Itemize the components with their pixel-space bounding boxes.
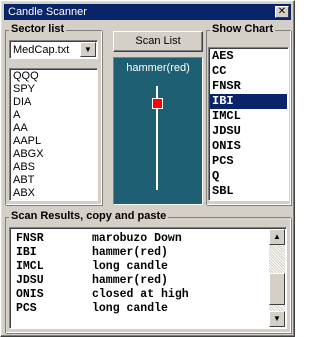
sector-symbol-item[interactable]: ABX	[11, 187, 44, 200]
result-row: ONIS closed at high	[16, 288, 189, 302]
scan-list-button[interactable]: Scan List	[113, 31, 203, 52]
show-chart-group: Show Chart AES CC FNSR IBI IMCL JDSU ONIS PCS Q S…	[206, 23, 291, 205]
sector-symbol-item[interactable]: ABGX	[11, 148, 44, 161]
scroll-up-icon[interactable]: ▲	[269, 229, 285, 245]
show-chart-item[interactable]: CC	[210, 64, 287, 79]
result-pattern: long candle	[92, 302, 168, 315]
scan-results-textbox[interactable]: FNSR marobuzo Down IBI hammer(red) IMCL long …	[9, 227, 287, 329]
result-row: FNSR marobuzo Down	[16, 232, 189, 246]
result-pattern: closed at high	[92, 288, 189, 301]
scan-results-label: Scan Results, copy and paste	[9, 210, 169, 223]
sector-symbol-list[interactable]: QQQ SPY DIA A AA AAPL ABGX ABS ABT ABX	[9, 68, 98, 201]
sector-symbol-item[interactable]: SPY	[11, 83, 44, 96]
sector-symbol-item[interactable]: QQQ	[11, 70, 44, 83]
result-symbol: IMCL	[16, 260, 44, 273]
show-chart-list[interactable]: AES CC FNSR IBI IMCL JDSU ONIS PCS Q SBL	[208, 47, 289, 201]
result-pattern: hammer(red)	[92, 246, 168, 259]
sector-symbol-item[interactable]: DIA	[11, 96, 44, 109]
show-chart-item[interactable]: AES	[210, 49, 287, 64]
result-symbol: FNSR	[16, 232, 44, 245]
result-pattern: marobuzo Down	[92, 232, 182, 245]
result-symbol: ONIS	[16, 288, 44, 301]
show-chart-item[interactable]: IBI	[210, 94, 287, 109]
scan-results-rows: FNSR marobuzo Down IBI hammer(red) IMCL long …	[16, 232, 189, 316]
sector-symbol-item[interactable]: ABS	[11, 161, 44, 174]
result-symbol: PCS	[16, 302, 37, 315]
sector-symbol-item[interactable]: A	[11, 109, 44, 122]
window-title: Candle Scanner	[8, 6, 87, 18]
scroll-thumb[interactable]	[269, 273, 285, 305]
chart-pattern-label: hammer(red)	[126, 62, 190, 74]
close-icon[interactable]: ✕	[275, 6, 289, 18]
scan-results-group: Scan Results, copy and paste FNSR marobuz…	[5, 210, 291, 333]
result-pattern: long candle	[92, 260, 168, 273]
scroll-down-icon[interactable]: ▼	[269, 311, 285, 327]
show-chart-item[interactable]: Q	[210, 169, 287, 184]
sector-list-group: Sector list MedCap.txt ▼ QQQ SPY DIA A AA AAP…	[5, 23, 102, 205]
show-chart-item[interactable]: PCS	[210, 154, 287, 169]
result-symbol: IBI	[16, 246, 37, 259]
result-symbol: JDSU	[16, 274, 44, 287]
show-chart-items: AES CC FNSR IBI IMCL JDSU ONIS PCS Q SBL	[210, 49, 287, 199]
title-bar[interactable]: Candle Scanner ✕	[4, 4, 291, 20]
show-chart-item[interactable]: ONIS	[210, 139, 287, 154]
result-row: JDSU hammer(red)	[16, 274, 189, 288]
sector-file-dropdown[interactable]: MedCap.txt ▼	[9, 40, 98, 59]
candle-body	[152, 98, 163, 109]
candle-chart-panel: hammer(red)	[113, 57, 203, 205]
sector-symbol-item[interactable]: AAPL	[11, 135, 44, 148]
show-chart-item[interactable]: JDSU	[210, 124, 287, 139]
show-chart-item[interactable]: IMCL	[210, 109, 287, 124]
sector-file-value: MedCap.txt	[13, 44, 70, 56]
sector-symbol-items: QQQ SPY DIA A AA AAPL ABGX ABS ABT ABX	[11, 70, 44, 200]
show-chart-item[interactable]: FNSR	[210, 79, 287, 94]
show-chart-item[interactable]: SBL	[210, 184, 287, 199]
result-row: IMCL long candle	[16, 260, 189, 274]
result-row: IBI hammer(red)	[16, 246, 189, 260]
chevron-down-icon[interactable]: ▼	[80, 42, 96, 57]
sector-list-label: Sector list	[9, 23, 67, 36]
app-window: Candle Scanner ✕ Sector list MedCap.txt …	[0, 0, 295, 337]
result-row: PCS long candle	[16, 302, 189, 316]
show-chart-label: Show Chart	[210, 23, 276, 36]
results-scrollbar[interactable]: ▲ ▼	[269, 229, 285, 327]
sector-symbol-item[interactable]: AA	[11, 122, 44, 135]
result-pattern: hammer(red)	[92, 274, 168, 287]
sector-symbol-item[interactable]: ABT	[11, 174, 44, 187]
